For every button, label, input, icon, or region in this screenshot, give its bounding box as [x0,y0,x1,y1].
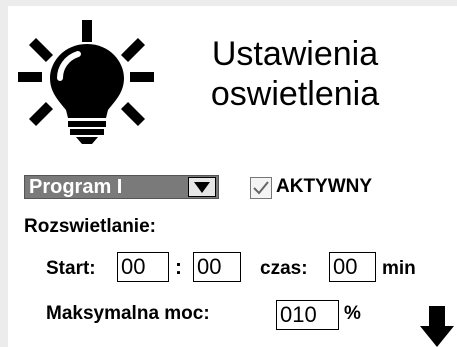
active-checkbox-label: AKTYWNY [276,176,373,197]
lightbulb-icon [18,20,154,144]
start-hours-field[interactable]: 00 [117,252,169,282]
max-power-unit: % [344,303,361,324]
time-separator: : [175,256,182,279]
check-icon [253,181,269,195]
title-line-1: Ustawienia [211,35,379,73]
max-power-field[interactable]: 010 [276,300,339,330]
program-dropdown-button[interactable] [188,177,216,197]
duration-field[interactable]: 00 [329,252,376,282]
active-checkbox[interactable] [250,177,272,199]
duration-label: czas: [260,258,308,279]
program-select[interactable]: Program I [24,175,219,199]
arrow-down-icon[interactable] [420,306,454,347]
program-select-value: Program I [29,176,123,198]
section-label: Rozswietlanie: [24,216,156,237]
window-top-border [0,0,457,6]
page-title: Ustawienia oswietlenia [180,34,410,114]
max-power-label: Maksymalna moc: [46,303,210,324]
window-left-border [0,0,8,347]
start-minutes-field[interactable]: 00 [193,252,241,282]
title-line-2: oswietlenia [210,75,380,113]
chevron-down-icon [194,182,210,193]
start-label: Start: [46,258,96,279]
duration-unit: min [382,258,416,279]
